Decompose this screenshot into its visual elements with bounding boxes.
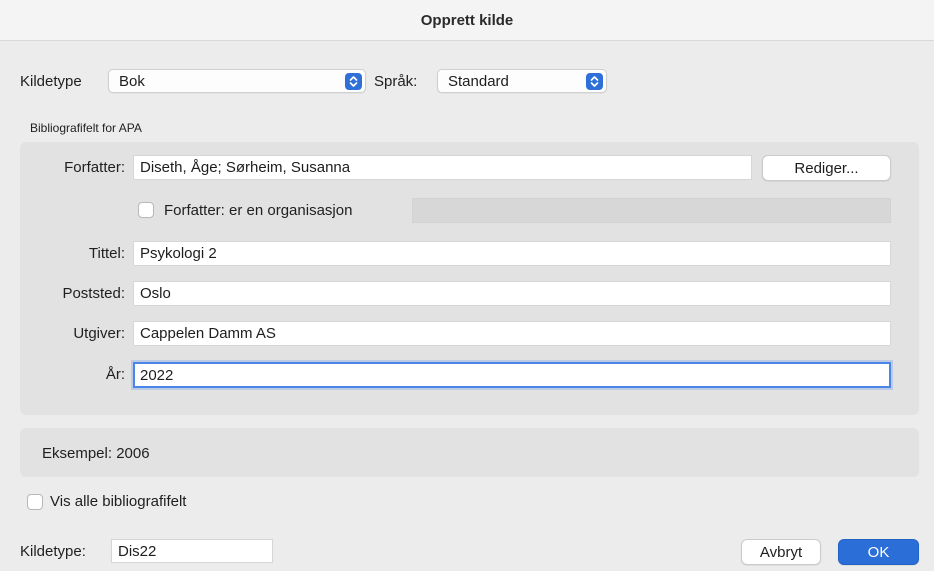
author-label: Forfatter: xyxy=(64,159,125,176)
show-all-checkbox[interactable] xyxy=(27,494,43,510)
city-label: Poststed: xyxy=(62,285,125,302)
cancel-button[interactable]: Avbryt xyxy=(741,539,821,565)
author-field[interactable]: Diseth, Åge; Sørheim, Susanna xyxy=(133,155,752,180)
publisher-label: Utgiver: xyxy=(73,325,125,342)
up-down-chevron-icon xyxy=(586,73,603,90)
example-box xyxy=(20,428,919,477)
source-type-popup[interactable]: Bok xyxy=(108,69,366,93)
source-type-value: Bok xyxy=(119,72,145,90)
year-label: År: xyxy=(105,366,125,383)
title-bar: Opprett kilde xyxy=(0,0,934,41)
title-label: Tittel: xyxy=(88,245,125,262)
city-field[interactable]: Oslo xyxy=(133,281,891,306)
title-field[interactable]: Psykologi 2 xyxy=(133,241,891,266)
dialog-title: Opprett kilde xyxy=(420,11,514,29)
tag-label: Kildetype: xyxy=(20,543,86,560)
example-text: Eksempel: 2006 xyxy=(42,445,150,462)
publisher-field[interactable]: Cappelen Damm AS xyxy=(133,321,891,346)
organization-field xyxy=(412,198,891,223)
edit-authors-button[interactable]: Rediger... xyxy=(762,155,891,181)
language-popup[interactable]: Standard xyxy=(437,69,607,93)
organization-checkbox[interactable] xyxy=(138,202,154,218)
ok-button[interactable]: OK xyxy=(838,539,919,565)
up-down-chevron-icon xyxy=(345,73,362,90)
language-label: Språk: xyxy=(374,73,418,90)
language-value: Standard xyxy=(448,72,509,90)
organization-checkbox-label: Forfatter: er en organisasjon xyxy=(164,202,353,219)
source-type-label: Kildetype xyxy=(20,73,82,90)
year-field[interactable]: 2022 xyxy=(133,362,891,388)
tag-field[interactable]: Dis22 xyxy=(111,539,273,563)
show-all-label: Vis alle bibliografifelt xyxy=(50,493,187,510)
section-caption: Bibliografifelt for APA xyxy=(30,121,142,135)
